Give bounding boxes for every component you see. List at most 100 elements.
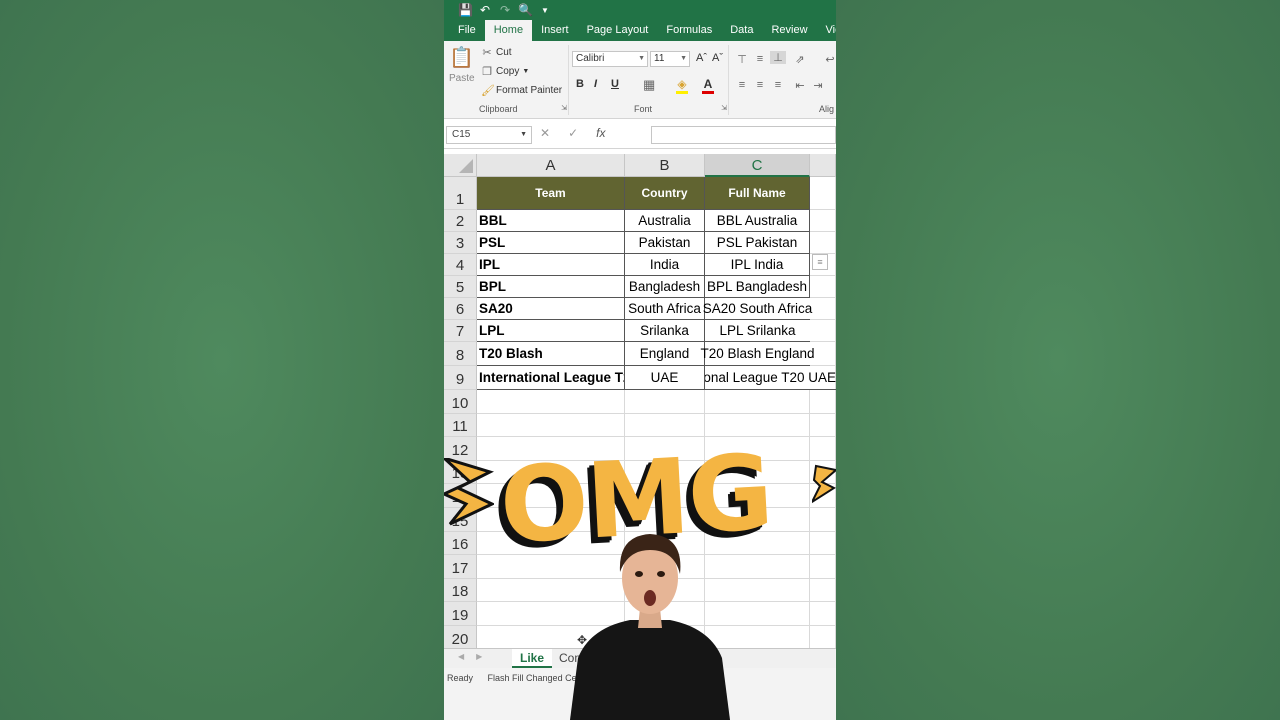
decrease-indent-icon[interactable]: ⇤ xyxy=(794,79,806,92)
empty-cell[interactable] xyxy=(477,390,625,414)
insert-function-button[interactable]: fx xyxy=(596,126,605,140)
ribbon-tab-page-layout[interactable]: Page Layout xyxy=(578,20,658,41)
country-cell[interactable]: England xyxy=(625,342,705,366)
fill-color-icon[interactable]: ◈ xyxy=(676,77,688,94)
ribbon-tab-file[interactable]: File xyxy=(444,20,485,41)
increase-indent-icon[interactable]: ⇥ xyxy=(812,79,824,92)
align-top-icon[interactable]: ⊤ xyxy=(736,53,748,66)
shrink-font-button[interactable]: Aˇ xyxy=(712,52,723,64)
row-header[interactable]: 3 xyxy=(444,232,477,254)
country-cell[interactable]: India xyxy=(625,254,705,276)
empty-cell[interactable] xyxy=(810,531,836,556)
row-header[interactable]: 7 xyxy=(444,320,477,342)
row-header[interactable]: 5 xyxy=(444,276,477,298)
column-header-c[interactable]: C xyxy=(705,154,810,177)
print-preview-icon[interactable]: 🔍 xyxy=(518,3,533,17)
ribbon-tab-formulas[interactable]: Formulas xyxy=(657,20,721,41)
enter-icon[interactable]: ✓ xyxy=(568,126,578,140)
country-cell[interactable]: Pakistan xyxy=(625,232,705,254)
empty-cell[interactable] xyxy=(810,177,836,210)
orientation-icon[interactable]: ⇗ xyxy=(794,53,806,66)
team-cell[interactable]: BPL xyxy=(477,276,625,298)
align-left-icon[interactable]: ≡ xyxy=(736,79,748,91)
full-name-cell[interactable]: BPL Bangladesh xyxy=(705,276,810,298)
align-bottom-icon[interactable]: ⊥ xyxy=(770,51,786,64)
team-cell[interactable]: International League T20 xyxy=(477,366,625,390)
country-cell[interactable]: UAE xyxy=(625,366,705,390)
empty-cell[interactable] xyxy=(810,555,836,579)
column-header-a[interactable]: A xyxy=(477,154,625,177)
ribbon-tab-data[interactable]: Data xyxy=(721,20,762,41)
full-name-cell[interactable]: IPL India xyxy=(705,254,810,276)
row-header[interactable]: 10 xyxy=(444,390,477,414)
country-cell[interactable]: Srilanka xyxy=(625,320,705,342)
empty-cell[interactable] xyxy=(810,320,836,342)
full-name-cell[interactable]: SA20 South Africa xyxy=(703,298,812,320)
table-header-cell[interactable]: Country xyxy=(625,177,705,210)
formula-input[interactable] xyxy=(651,126,836,144)
team-cell[interactable]: PSL xyxy=(477,232,625,254)
align-right-icon[interactable]: ≡ xyxy=(772,79,784,91)
empty-cell[interactable] xyxy=(810,276,836,298)
empty-cell[interactable] xyxy=(810,390,836,414)
font-color-icon[interactable]: A xyxy=(702,77,714,94)
empty-cell[interactable] xyxy=(810,578,836,603)
empty-cell[interactable] xyxy=(810,232,836,254)
country-cell[interactable]: Bangladesh xyxy=(625,276,705,298)
empty-cell[interactable] xyxy=(625,413,705,438)
empty-cell[interactable] xyxy=(705,390,810,414)
row-header[interactable]: 1 xyxy=(444,177,477,210)
row-header[interactable]: 6 xyxy=(444,298,477,320)
empty-cell[interactable] xyxy=(810,210,836,232)
grow-font-button[interactable]: Aˆ xyxy=(696,52,707,64)
team-cell[interactable]: LPL xyxy=(477,320,625,342)
bold-button[interactable]: B xyxy=(576,78,584,90)
ribbon-tab-vie[interactable]: Vie xyxy=(817,20,836,41)
empty-cell[interactable] xyxy=(810,413,836,438)
column-header-b[interactable]: B xyxy=(625,154,705,177)
empty-cell[interactable] xyxy=(810,602,836,626)
row-header[interactable]: 4 xyxy=(444,254,477,276)
full-name-cell[interactable]: PSL Pakistan xyxy=(705,232,810,254)
empty-cell[interactable] xyxy=(477,413,625,438)
wrap-text-icon[interactable]: ↩ xyxy=(824,53,836,66)
row-header[interactable]: 9 xyxy=(444,366,477,390)
ribbon-tab-home[interactable]: Home xyxy=(484,20,533,41)
prev-sheet-icon[interactable]: ◀ xyxy=(458,652,464,661)
full-name-cell[interactable]: BBL Australia xyxy=(705,210,810,232)
row-header[interactable]: 8 xyxy=(444,342,477,366)
empty-cell[interactable] xyxy=(810,437,836,461)
undo-icon[interactable]: ↶ xyxy=(478,3,492,17)
empty-cell[interactable] xyxy=(810,626,836,650)
flash-fill-options-icon[interactable]: ≡ xyxy=(812,254,828,270)
redo-icon[interactable]: ↷ xyxy=(498,3,512,17)
borders-icon[interactable]: ▦ xyxy=(643,77,655,93)
team-cell[interactable]: IPL xyxy=(477,254,625,276)
row-header[interactable]: 18 xyxy=(444,578,477,603)
select-all-button[interactable] xyxy=(444,154,477,177)
italic-button[interactable]: I xyxy=(594,78,597,90)
row-header[interactable]: 20 xyxy=(444,626,477,650)
copy-button[interactable]: ❐ Copy ▼ xyxy=(481,65,529,78)
format-painter-button[interactable]: 🖌 Format Painter xyxy=(481,84,562,97)
row-header[interactable]: 17 xyxy=(444,555,477,579)
empty-cell[interactable] xyxy=(810,298,836,320)
ribbon-tab-review[interactable]: Review xyxy=(762,20,816,41)
row-header[interactable]: 11 xyxy=(444,413,477,438)
paste-button[interactable]: 📋 Paste xyxy=(449,45,475,84)
full-name-cell[interactable]: T20 Blash England xyxy=(700,342,815,366)
team-cell[interactable]: SA20 xyxy=(477,298,625,320)
customize-qat-icon[interactable]: ▼ xyxy=(538,6,552,15)
ribbon-tab-insert[interactable]: Insert xyxy=(532,20,578,41)
row-header[interactable]: 19 xyxy=(444,602,477,626)
align-center-icon[interactable]: ≡ xyxy=(754,79,766,91)
country-cell[interactable]: Australia xyxy=(625,210,705,232)
team-cell[interactable]: BBL xyxy=(477,210,625,232)
save-icon[interactable]: 💾 xyxy=(458,3,473,17)
underline-button[interactable]: U xyxy=(611,78,619,90)
empty-cell[interactable] xyxy=(625,390,705,414)
full-name-cell[interactable]: International League T20 UAE xyxy=(705,366,836,390)
sheet-tab-like[interactable]: Like xyxy=(512,649,553,668)
font-size-select[interactable]: 11 ▼ xyxy=(650,51,690,67)
table-header-cell[interactable]: Full Name xyxy=(705,177,810,210)
